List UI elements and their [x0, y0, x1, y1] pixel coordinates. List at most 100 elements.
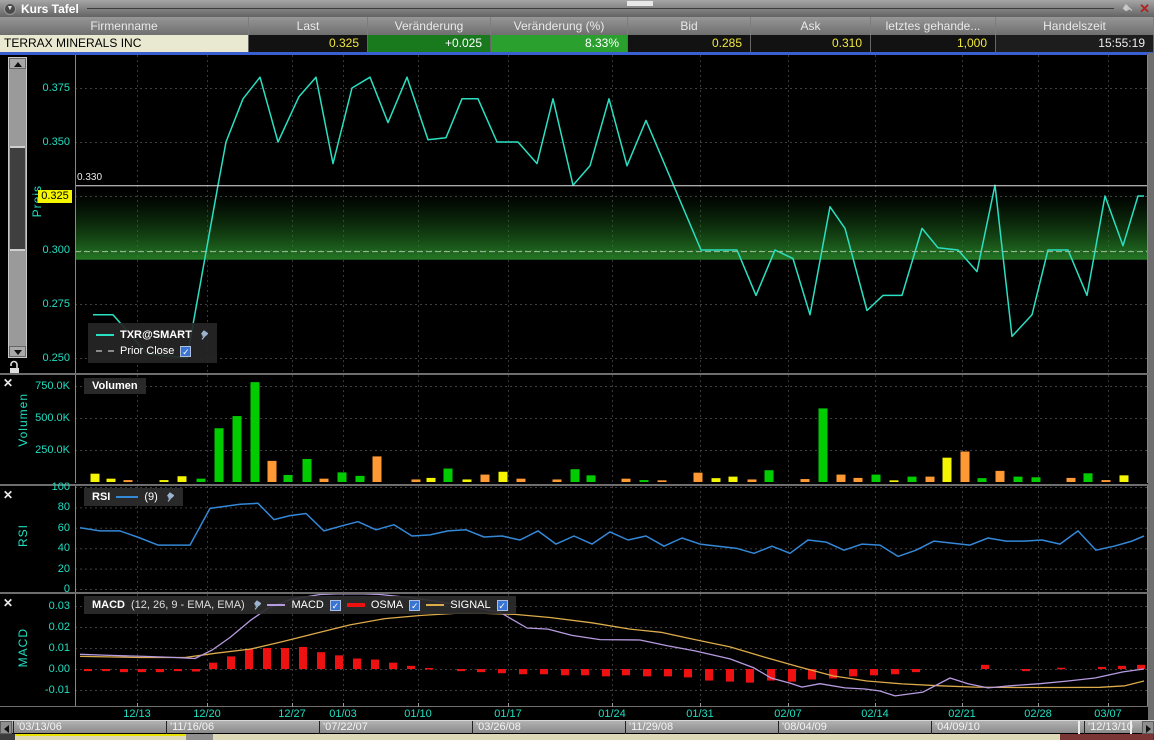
rsi-config-hand-icon[interactable]: ☛: [160, 488, 178, 505]
column-header-bid[interactable]: Bid: [628, 17, 751, 35]
osma-checkbox[interactable]: [409, 600, 420, 611]
configure-hand-icon[interactable]: ☛: [1119, 0, 1136, 17]
y-tick-label: 250.0K: [0, 444, 70, 457]
change-pct-cell[interactable]: 8.33%: [491, 35, 628, 52]
x-tick-mark: [788, 703, 789, 707]
legend-row-prior-close: Prior Close: [96, 343, 209, 359]
horizontal-gridlines: [75, 607, 1147, 691]
series-config-hand-icon[interactable]: ☛: [194, 326, 212, 343]
x-tick-label: 01/24: [598, 708, 626, 720]
x-tick-label: 01/03: [329, 708, 357, 720]
titlebar-rule: [87, 8, 1115, 9]
y-tick-label: 0.300: [0, 244, 70, 257]
macd-panel: MACD MACD (12, 26, 9 - EMA, EMA) ☛ MACD …: [0, 594, 1154, 706]
prior-close-label: Prior Close: [120, 345, 174, 357]
x-tick-mark: [343, 703, 344, 707]
x-tick-mark: [875, 703, 876, 707]
collapse-chevron-icon[interactable]: ▼: [4, 3, 16, 15]
bid-cell[interactable]: 0.285: [628, 35, 751, 52]
macd-config-hand-icon[interactable]: ☛: [247, 596, 265, 613]
y-tick-label: 60: [0, 522, 70, 535]
y-tick-label: 0.02: [0, 621, 70, 634]
column-header-change-pct[interactable]: Veränderung (%): [491, 17, 628, 35]
x-tick-label: 03/07: [1094, 708, 1122, 720]
volume-plot: [0, 375, 1154, 483]
rsi-line-swatch: [116, 496, 138, 498]
scrollbar-date-label[interactable]: '03/13/06: [13, 721, 62, 734]
range-selected-segment[interactable]: [1060, 734, 1153, 740]
time-range-slider[interactable]: [0, 734, 1154, 740]
x-tick-mark: [962, 703, 963, 707]
column-header-last-size[interactable]: letztes gehande...: [871, 17, 996, 35]
last-price-cell[interactable]: 0.325: [249, 35, 368, 52]
x-tick-mark: [292, 703, 293, 707]
macd-panel-badge[interactable]: MACD (12, 26, 9 - EMA, EMA) ☛ MACD OSMA …: [84, 596, 516, 614]
rsi-panel-badge[interactable]: RSI (9) ☛: [84, 488, 183, 506]
column-header-ask[interactable]: Ask: [751, 17, 871, 35]
y-tick-label: 0.250: [0, 352, 70, 365]
x-tick-label: 01/10: [404, 708, 432, 720]
scroll-right-arrow-icon[interactable]: [1142, 721, 1154, 734]
scrollbar-date-label[interactable]: '12/13/10: [1084, 721, 1133, 734]
scrollbar-date-label[interactable]: '11/29/08: [625, 721, 673, 734]
macd-panel-title: MACD: [92, 599, 125, 611]
y-tick-label: 0.275: [0, 298, 70, 311]
x-tick-label: 12/27: [278, 708, 306, 720]
signal-checkbox[interactable]: [497, 600, 508, 611]
x-tick-mark: [612, 703, 613, 707]
x-tick-label: 02/07: [774, 708, 802, 720]
y-tick-label: 40: [0, 542, 70, 555]
view-range-start-marker[interactable]: [1078, 721, 1080, 734]
range-gap: [186, 734, 213, 740]
price-panel: Preis 0.330 TXR@SMART ☛ Prior Close 0.37…: [0, 55, 1154, 373]
change-cell[interactable]: +0.025: [368, 35, 491, 52]
column-header-last[interactable]: Last: [249, 17, 368, 35]
x-tick-mark: [137, 703, 138, 707]
x-tick-mark: [1038, 703, 1039, 707]
prior-close-checkbox[interactable]: [180, 346, 191, 357]
column-header-firmenname[interactable]: Firmenname: [0, 17, 249, 35]
time-scrollbar[interactable]: '03/13/06 '11/16/06 '07/22/07 '03/26/08 '11/…: [0, 720, 1154, 733]
column-header-trade-time[interactable]: Handelszeit: [996, 17, 1154, 35]
scrollbar-date-label[interactable]: '07/22/07: [319, 721, 368, 734]
window-right-edge: [1148, 53, 1154, 720]
rsi-param: (9): [144, 491, 157, 503]
scrollbar-date-label[interactable]: '04/09/10: [931, 721, 980, 734]
scrollbar-date-label[interactable]: '08/04/09: [778, 721, 827, 734]
y-tick-label: -0.01: [0, 684, 70, 697]
signal-legend-label: SIGNAL: [450, 599, 490, 611]
x-tick-label: 02/21: [948, 708, 976, 720]
x-tick-label: 01/31: [686, 708, 714, 720]
macd-checkbox[interactable]: [330, 600, 341, 611]
OSMA-bar-series: [84, 647, 1145, 683]
ask-cell[interactable]: 0.310: [751, 35, 871, 52]
last-size-cell[interactable]: 1,000: [871, 35, 996, 52]
scrollbar-date-label[interactable]: '03/26/08: [472, 721, 521, 734]
scroll-left-arrow-icon[interactable]: [0, 721, 12, 734]
y-tick-label: 0.03: [0, 600, 70, 613]
y-tick-label: 100: [0, 481, 70, 494]
trade-time-cell[interactable]: 15:55:19: [996, 35, 1154, 52]
rsi-panel-title: RSI: [92, 491, 110, 503]
x-axis-strip: 12/1312/2012/2701/0301/1001/1701/2401/31…: [0, 707, 1154, 720]
x-tick-mark: [1108, 703, 1109, 707]
column-header-change[interactable]: Veränderung: [368, 17, 491, 35]
close-window-icon[interactable]: ✕: [1139, 2, 1150, 15]
window-titlebar[interactable]: ▼ Kurs Tafel ☛ ✕: [0, 0, 1154, 17]
y-tick-label: 750.0K: [0, 380, 70, 393]
x-tick-label: 12/13: [123, 708, 151, 720]
scrollbar-date-label[interactable]: '11/16/06: [166, 721, 214, 734]
y-tick-label: 500.0K: [0, 412, 70, 425]
volume-panel-badge[interactable]: Volumen: [84, 378, 146, 394]
y-tick-label: 0.00: [0, 663, 70, 676]
range-highlight: [15, 734, 186, 736]
x-tick-mark: [700, 703, 701, 707]
window-title: Kurs Tafel: [21, 2, 79, 16]
series-label: TXR@SMART: [120, 329, 192, 341]
x-tick-label: 02/14: [861, 708, 889, 720]
x-tick-mark: [418, 703, 419, 707]
company-name-cell[interactable]: TERRAX MINERALS INC: [0, 35, 249, 52]
quote-row: TERRAX MINERALS INC 0.325 +0.025 8.33% 0…: [0, 35, 1154, 52]
x-tick-mark: [508, 703, 509, 707]
y-tick-label: 0.375: [0, 82, 70, 95]
